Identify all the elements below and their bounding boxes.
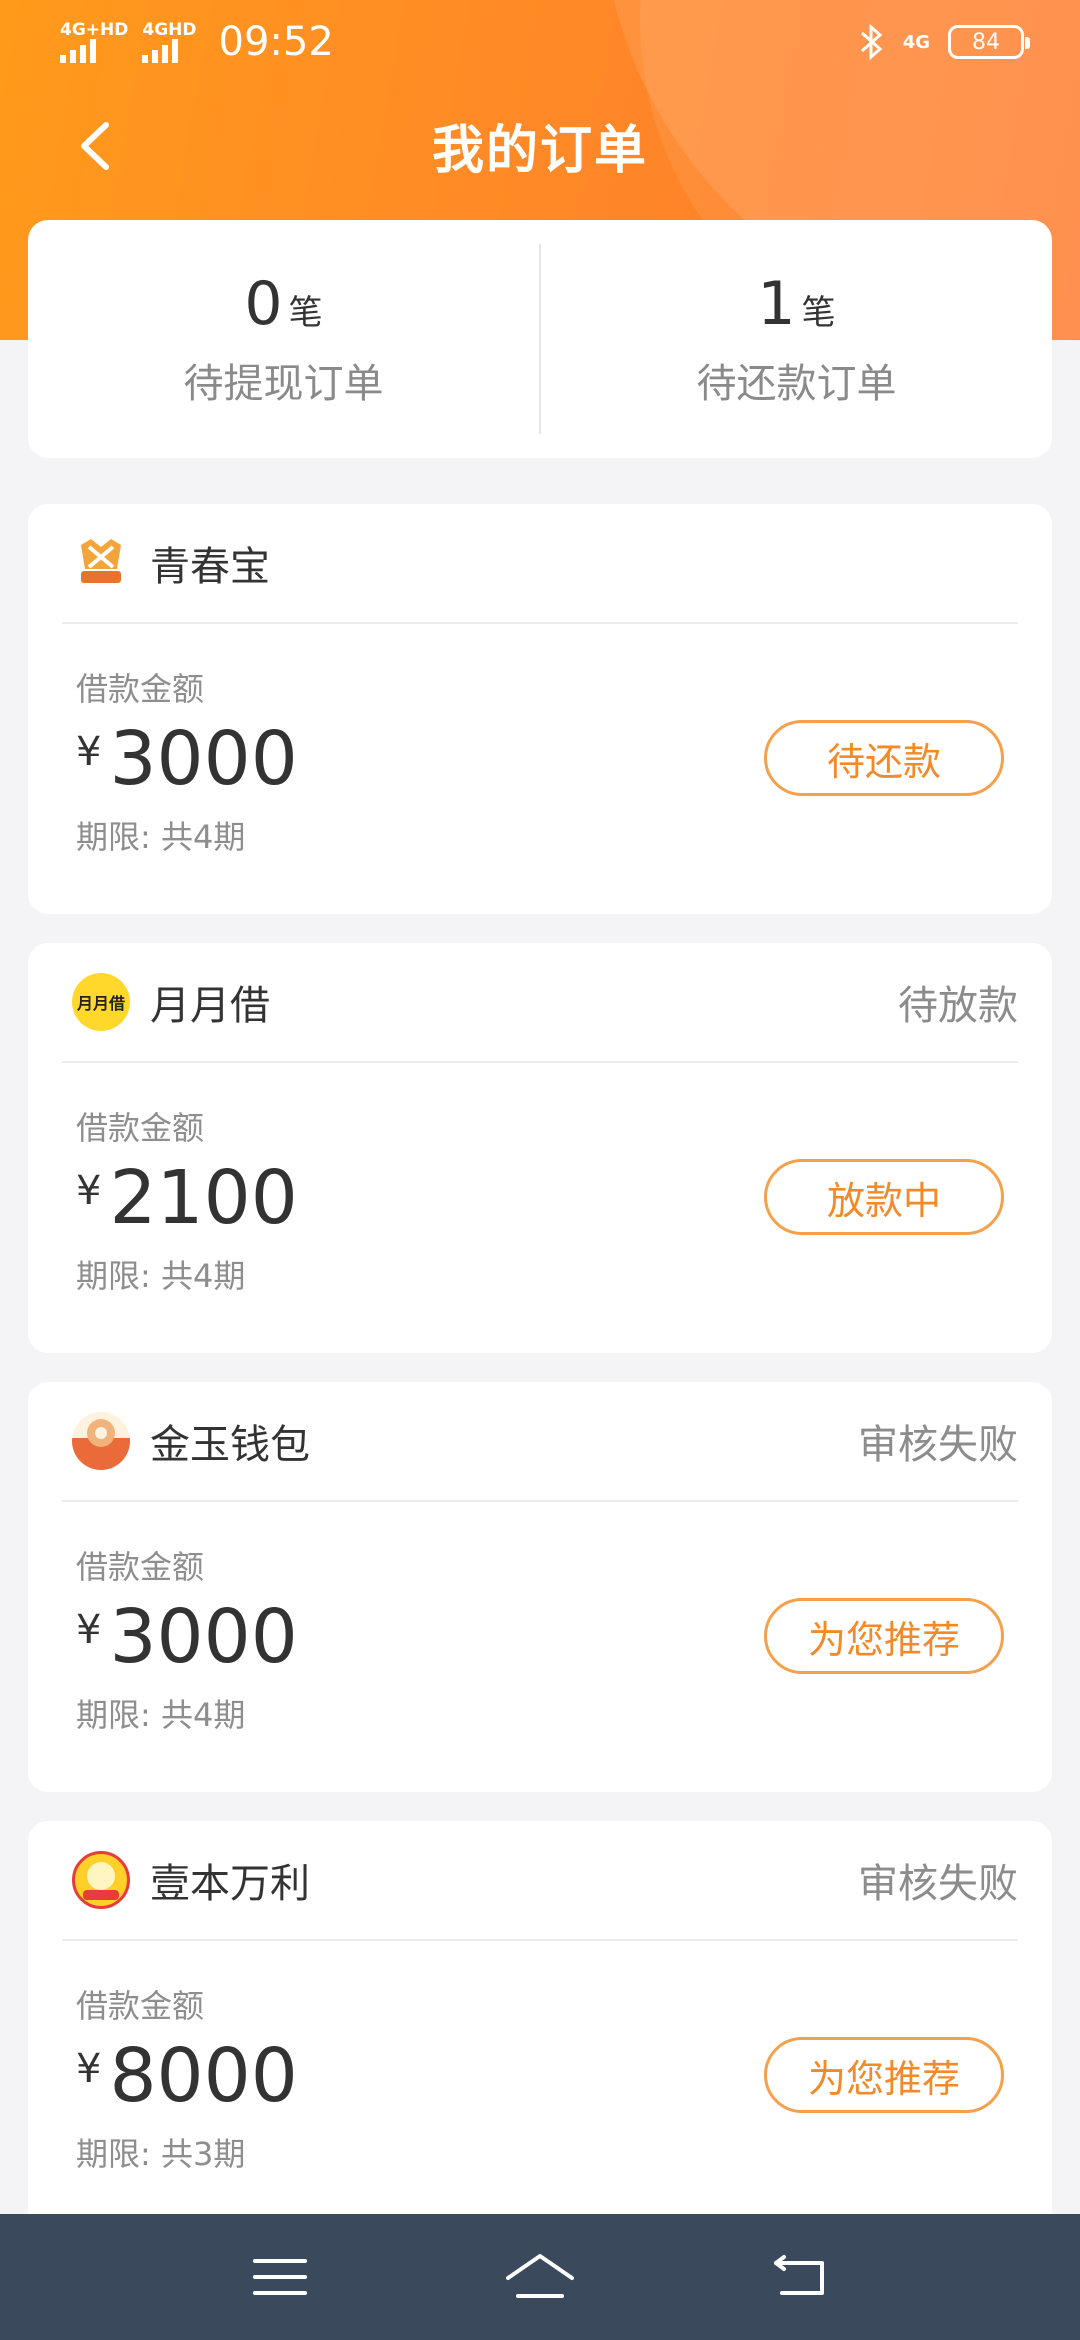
order-status: 审核失败 [858, 1861, 1018, 1907]
loan-amount: 8000 [109, 2033, 298, 2119]
status-left: 4G+HD 4GHD 09:52 [60, 19, 334, 65]
loan-term: 期限: 共4期 [76, 1257, 246, 1295]
jinyu-wallet-logo-icon [72, 1412, 130, 1470]
amount-label: 借款金额 [76, 1548, 205, 1586]
count-line: 1 笔 [541, 269, 1052, 339]
loan-amount: 3000 [109, 716, 298, 802]
signal-1: 4G+HD [60, 21, 128, 63]
clock: 09:52 [218, 19, 334, 65]
order-status: 待放款 [898, 983, 1018, 1029]
disbursing-button[interactable]: 放款中 [764, 1159, 1004, 1235]
order-summary: 0 笔 待提现订单 1 笔 待还款订单 [28, 220, 1052, 458]
order-card[interactable]: 金玉钱包 审核失败 借款金额 ¥ 3000 期限: 共4期 为您推荐 [28, 1382, 1052, 1792]
order-card-header: 月月借 月月借 待放款 [62, 943, 1018, 1063]
recommend-button[interactable]: 为您推荐 [764, 2037, 1004, 2113]
loan-term: 期限: 共4期 [76, 1696, 246, 1734]
count-line: 0 笔 [28, 269, 539, 339]
order-card[interactable]: 青春宝 借款金额 ¥ 3000 期限: 共4期 待还款 [28, 504, 1052, 914]
battery-level: 84 [972, 29, 1000, 55]
order-status: 审核失败 [858, 1422, 1018, 1468]
back-nav-button[interactable] [760, 2237, 840, 2317]
chevron-left-icon [81, 122, 109, 170]
menu-button[interactable] [240, 2237, 320, 2317]
pending-repay-summary[interactable]: 1 笔 待还款订单 [541, 269, 1052, 409]
amount-label: 借款金额 [76, 1109, 205, 1147]
logo-text: 月月借 [76, 994, 125, 1013]
signal-bars-icon [142, 39, 179, 63]
menu-icon [253, 2259, 307, 2295]
recommend-button[interactable]: 为您推荐 [764, 1598, 1004, 1674]
network-label-3: 4G [902, 31, 930, 53]
network-label-2: 4GHD [142, 20, 197, 40]
repay-pending-button[interactable]: 待还款 [764, 720, 1004, 796]
lender-name: 壹本万利 [150, 1861, 310, 1907]
loan-term: 期限: 共3期 [76, 2135, 246, 2173]
order-card[interactable]: 壹本万利 审核失败 借款金额 ¥ 8000 期限: 共3期 为您推荐 [28, 1821, 1052, 2231]
title-bar: 我的订单 [0, 90, 1080, 200]
lender-name: 月月借 [150, 983, 270, 1029]
pending-repay-label: 待还款订单 [696, 361, 897, 407]
order-card-body: 借款金额 ¥ 3000 期限: 共4期 待还款 [28, 624, 1052, 912]
yueyuejie-logo-icon: 月月借 [72, 973, 130, 1031]
qingchunbao-logo-icon [72, 534, 130, 592]
pending-withdraw-summary[interactable]: 0 笔 待提现订单 [28, 269, 539, 409]
loan-term: 期限: 共4期 [76, 818, 246, 856]
order-card-header: 金玉钱包 审核失败 [62, 1382, 1018, 1502]
status-bar: 4G+HD 4GHD 09:52 4G 84 [0, 0, 1080, 84]
count-unit: 笔 [288, 293, 323, 333]
order-card[interactable]: 月月借 月月借 待放款 借款金额 ¥ 2100 期限: 共4期 放款中 [28, 943, 1052, 1353]
lender-name: 金玉钱包 [150, 1422, 310, 1468]
order-card-header: 壹本万利 审核失败 [62, 1821, 1018, 1941]
bluetooth-icon [860, 23, 882, 61]
lender-name: 青春宝 [150, 544, 270, 590]
pending-repay-count: 1 [757, 269, 796, 339]
currency-symbol: ¥ [76, 2046, 102, 2092]
order-card-body: 借款金额 ¥ 8000 期限: 共3期 为您推荐 [28, 1941, 1052, 2229]
system-nav-bar [0, 2214, 1080, 2340]
currency-symbol: ¥ [76, 1607, 102, 1653]
loan-amount: 2100 [109, 1155, 298, 1241]
currency-symbol: ¥ [76, 1168, 102, 1214]
count-unit: 笔 [801, 293, 836, 333]
order-card-body: 借款金额 ¥ 2100 期限: 共4期 放款中 [28, 1063, 1052, 1351]
yibenwanli-logo-icon [72, 1851, 130, 1909]
order-card-header: 青春宝 [62, 504, 1018, 624]
network-label-1: 4G+HD [60, 20, 129, 40]
signal-bars-icon [60, 39, 96, 63]
order-card-body: 借款金额 ¥ 3000 期限: 共4期 为您推荐 [28, 1502, 1052, 1790]
battery-icon: 84 [948, 25, 1030, 59]
home-icon [506, 2254, 574, 2298]
currency-symbol: ¥ [76, 729, 102, 775]
loan-amount: 3000 [109, 1594, 298, 1680]
signal-2: 4GHD [142, 20, 197, 63]
pending-withdraw-label: 待提现订单 [183, 361, 384, 407]
status-right: 4G 84 [859, 23, 1030, 61]
amount-label: 借款金额 [76, 1987, 205, 2025]
home-button[interactable] [500, 2237, 580, 2317]
page-title: 我的订单 [431, 120, 648, 181]
amount-label: 借款金额 [76, 670, 205, 708]
pending-withdraw-count: 0 [244, 269, 283, 339]
back-icon [774, 2255, 824, 2295]
back-button[interactable] [66, 118, 122, 174]
